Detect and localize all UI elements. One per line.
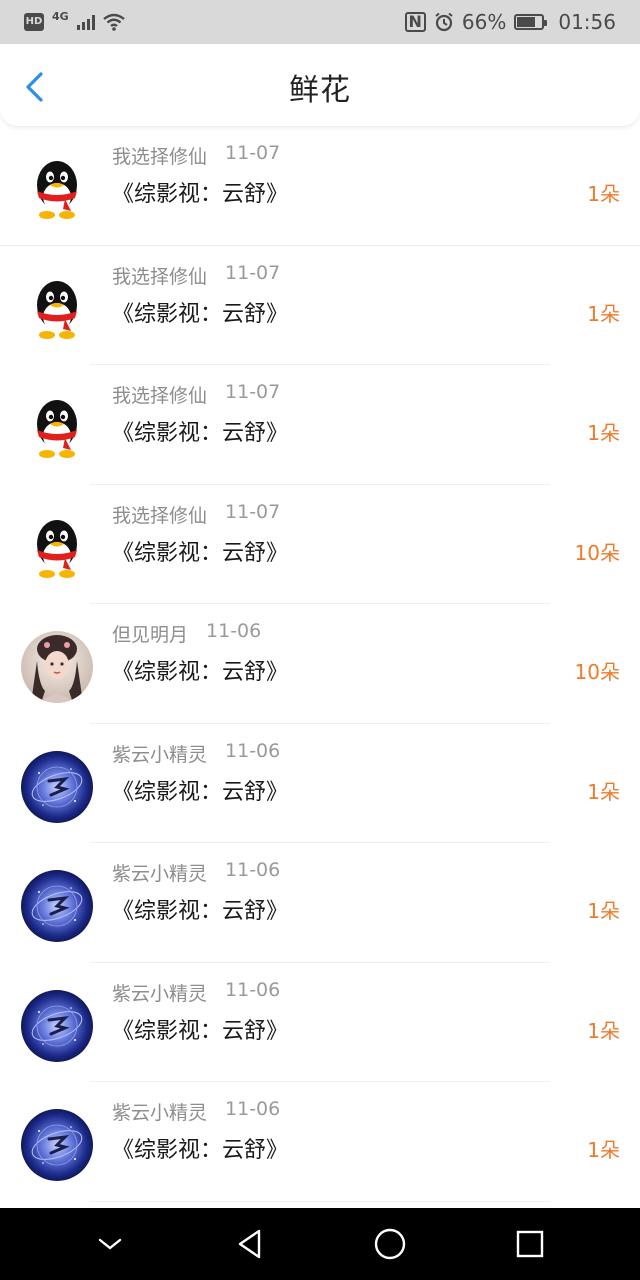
avatar[interactable] bbox=[21, 272, 93, 345]
book-title[interactable]: 《综影视：云舒》 bbox=[112, 176, 288, 208]
username[interactable]: 我选择修仙 bbox=[112, 142, 207, 169]
network-type-label: 4G bbox=[52, 9, 69, 23]
list-item[interactable]: 紫云小精灵 11-06 《综影视：云舒》 1朵 bbox=[0, 724, 640, 843]
penguin-avatar-icon bbox=[21, 511, 93, 584]
flower-count: 1朵 bbox=[587, 182, 620, 206]
flower-count: 10朵 bbox=[574, 540, 620, 565]
nebula-avatar-icon bbox=[21, 750, 93, 823]
item-meta: 我选择修仙 11-07 bbox=[112, 142, 280, 169]
date: 11-07 bbox=[225, 142, 281, 164]
book-title[interactable]: 《综影视：云舒》 bbox=[112, 296, 288, 328]
flower-count: 1朵 bbox=[587, 301, 620, 326]
status-bar: HD 4G N 66% 01:56 bbox=[0, 0, 640, 44]
battery-percent: 66% bbox=[461, 10, 507, 34]
book-title[interactable]: 《综影视：云舒》 bbox=[112, 893, 288, 925]
username[interactable]: 紫云小精灵 bbox=[112, 740, 207, 767]
username[interactable]: 紫云小精灵 bbox=[112, 979, 207, 1006]
list-item[interactable]: 我选择修仙 11-07 《综影视：云舒》 1朵 bbox=[0, 126, 640, 246]
penguin-avatar-icon bbox=[21, 272, 93, 345]
item-meta: 但见明月 11-06 bbox=[112, 620, 261, 647]
list-item[interactable]: 我选择修仙 11-07 《综影视：云舒》 1朵 bbox=[0, 246, 640, 365]
avatar[interactable] bbox=[21, 1109, 93, 1181]
list-item[interactable]: 紫云小精灵 11-06 《综影视：云舒》 1朵 bbox=[0, 843, 640, 963]
chevron-down-icon bbox=[98, 1238, 122, 1250]
item-meta: 紫云小精灵 11-06 bbox=[112, 1098, 280, 1125]
clock: 01:56 bbox=[558, 10, 616, 34]
nebula-avatar-icon bbox=[21, 1109, 93, 1181]
portrait-avatar-icon bbox=[21, 631, 93, 703]
square-recents-icon bbox=[516, 1230, 544, 1258]
nebula-avatar-icon bbox=[21, 989, 93, 1062]
date: 11-06 bbox=[206, 620, 262, 642]
item-meta: 紫云小精灵 11-06 bbox=[112, 859, 280, 886]
book-title[interactable]: 《综影视：云舒》 bbox=[112, 1013, 288, 1045]
penguin-avatar-icon bbox=[21, 153, 93, 225]
avatar[interactable] bbox=[21, 870, 93, 942]
username[interactable]: 我选择修仙 bbox=[112, 381, 207, 408]
signal-icon bbox=[76, 14, 95, 30]
flower-count: 10朵 bbox=[574, 660, 620, 684]
avatar[interactable] bbox=[21, 750, 93, 823]
flower-count: 1朵 bbox=[587, 421, 620, 445]
flower-count: 1朵 bbox=[587, 899, 620, 923]
username[interactable]: 紫云小精灵 bbox=[112, 1098, 207, 1125]
list-item[interactable]: 我选择修仙 11-07 《综影视：云舒》 10朵 bbox=[0, 485, 640, 604]
hd-icon: HD bbox=[24, 13, 44, 31]
date: 11-06 bbox=[225, 739, 281, 762]
recents-nav-button[interactable] bbox=[506, 1220, 554, 1268]
avatar[interactable] bbox=[21, 392, 93, 464]
flower-count: 1朵 bbox=[587, 1018, 620, 1043]
hide-nav-button[interactable] bbox=[86, 1220, 134, 1268]
page-title: 鲜花 bbox=[289, 73, 351, 108]
date: 11-07 bbox=[225, 381, 281, 403]
date: 11-06 bbox=[225, 1098, 281, 1120]
item-meta: 紫云小精灵 11-06 bbox=[112, 740, 280, 767]
date: 11-07 bbox=[225, 261, 281, 284]
avatar[interactable] bbox=[21, 511, 93, 584]
home-nav-button[interactable] bbox=[366, 1220, 414, 1268]
back-nav-button[interactable] bbox=[226, 1220, 274, 1268]
book-title[interactable]: 《综影视：云舒》 bbox=[112, 1132, 288, 1164]
divider bbox=[90, 1200, 550, 1202]
circle-home-icon bbox=[374, 1228, 406, 1260]
item-meta: 我选择修仙 11-07 bbox=[112, 501, 280, 528]
book-title[interactable]: 《综影视：云舒》 bbox=[112, 535, 288, 567]
date: 11-06 bbox=[225, 859, 281, 881]
list-item[interactable]: 但见明月 11-06 《综影视：云舒》 10朵 bbox=[0, 604, 640, 724]
flower-count: 1朵 bbox=[587, 1138, 620, 1162]
book-title[interactable]: 《综影视：云舒》 bbox=[112, 774, 288, 806]
nebula-avatar-icon bbox=[21, 870, 93, 942]
avatar[interactable] bbox=[21, 153, 93, 225]
flower-count: 1朵 bbox=[587, 779, 620, 804]
nfc-icon: N bbox=[404, 12, 426, 32]
system-nav-bar bbox=[0, 1208, 640, 1280]
battery-icon bbox=[514, 14, 548, 30]
avatar[interactable] bbox=[21, 989, 93, 1062]
app-header: 鲜花 bbox=[0, 44, 640, 126]
item-meta: 紫云小精灵 11-06 bbox=[112, 979, 280, 1006]
list-item[interactable]: 我选择修仙 11-07 《综影视：云舒》 1朵 bbox=[0, 365, 640, 485]
item-meta: 我选择修仙 11-07 bbox=[112, 262, 280, 289]
wifi-icon bbox=[102, 13, 125, 31]
book-title[interactable]: 《综影视：云舒》 bbox=[112, 415, 288, 447]
item-meta: 我选择修仙 11-07 bbox=[112, 381, 280, 408]
avatar[interactable] bbox=[21, 631, 93, 703]
flower-list: 我选择修仙 11-07 《综影视：云舒》 1朵 我选择修仙 11-07 《综影视… bbox=[0, 126, 640, 1202]
list-item[interactable]: 紫云小精灵 11-06 《综影视：云舒》 1朵 bbox=[0, 963, 640, 1082]
list-item[interactable]: 紫云小精灵 11-06 《综影视：云舒》 1朵 bbox=[0, 1082, 640, 1202]
date: 11-06 bbox=[225, 978, 281, 1001]
username[interactable]: 我选择修仙 bbox=[112, 262, 207, 289]
username[interactable]: 紫云小精灵 bbox=[112, 859, 207, 886]
penguin-avatar-icon bbox=[21, 392, 93, 464]
book-title[interactable]: 《综影视：云舒》 bbox=[112, 654, 288, 686]
alarm-icon bbox=[435, 12, 453, 32]
date: 11-07 bbox=[225, 500, 281, 523]
username[interactable]: 但见明月 bbox=[112, 620, 188, 647]
triangle-back-icon bbox=[238, 1229, 261, 1259]
username[interactable]: 我选择修仙 bbox=[112, 501, 207, 528]
